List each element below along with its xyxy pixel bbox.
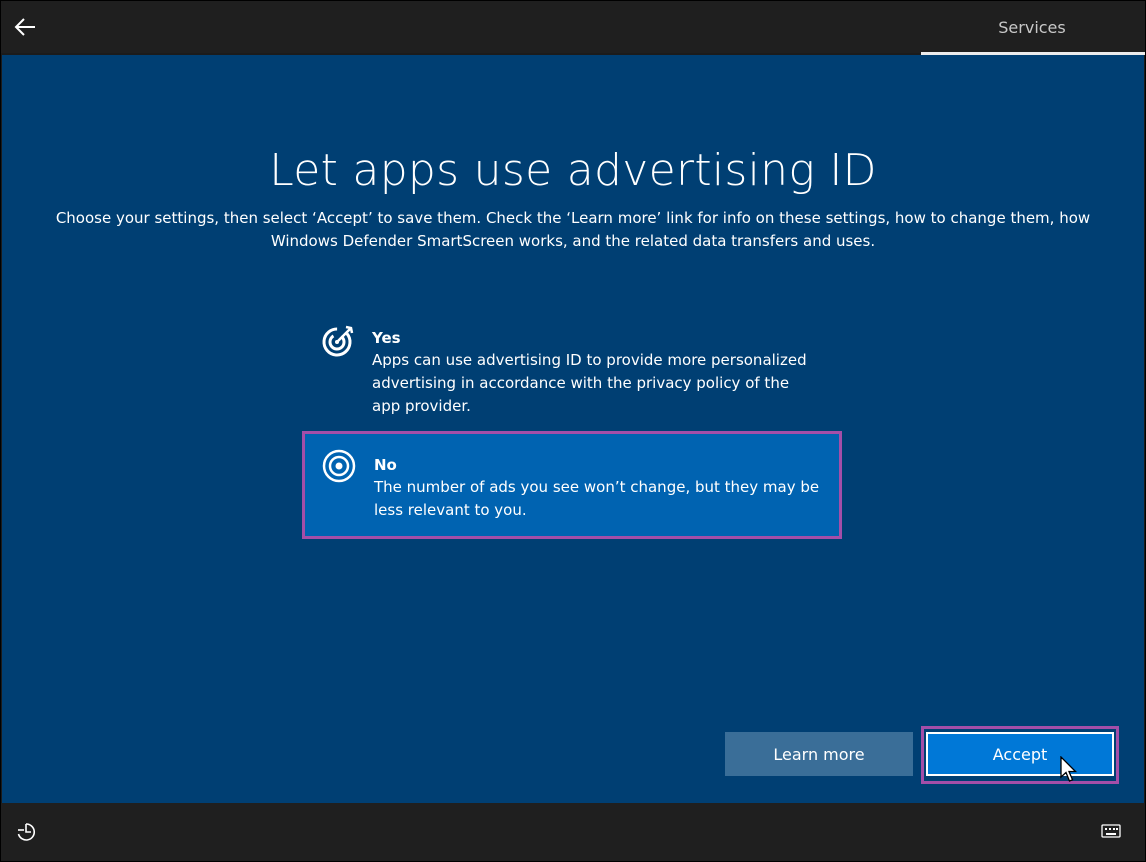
tab-services[interactable]: Services [921,1,1143,53]
oobe-window: Services Let apps use advertising ID Cho… [0,0,1146,862]
main-content: Let apps use advertising ID Choose your … [2,55,1144,803]
learn-more-label: Learn more [773,744,865,764]
back-button[interactable] [7,9,43,45]
subtitle-line-2: Windows Defender SmartScreen works, and … [270,232,876,250]
back-arrow-icon [14,18,35,36]
option-yes[interactable]: Yes Apps can use advertising ID to provi… [310,317,840,425]
page-subtitle: Choose your settings, then select ‘Accep… [42,207,1104,253]
page-title: Let apps use advertising ID [269,145,877,196]
option-no[interactable]: No The number of ads you see won’t chang… [302,431,842,539]
option-yes-title: Yes [372,329,401,347]
bottom-bar [1,803,1145,861]
subtitle-line-1: Choose your settings, then select ‘Accep… [55,209,1091,227]
accept-label: Accept [992,744,1048,764]
learn-more-button[interactable]: Learn more [725,732,913,776]
option-yes-description: Apps can use advertising ID to provide m… [372,351,807,415]
top-bar: Services [1,1,1145,55]
option-no-description: The number of ads you see won’t change, … [374,478,820,519]
target-icon [322,449,356,483]
option-no-title: No [374,456,397,474]
keyboard-icon[interactable] [1101,823,1121,839]
mouse-cursor-icon [1060,756,1078,782]
accept-button[interactable]: Accept [926,732,1114,776]
tab-services-label: Services [998,17,1066,37]
ease-of-access-icon[interactable] [15,821,37,843]
target-arrow-icon [322,325,354,357]
